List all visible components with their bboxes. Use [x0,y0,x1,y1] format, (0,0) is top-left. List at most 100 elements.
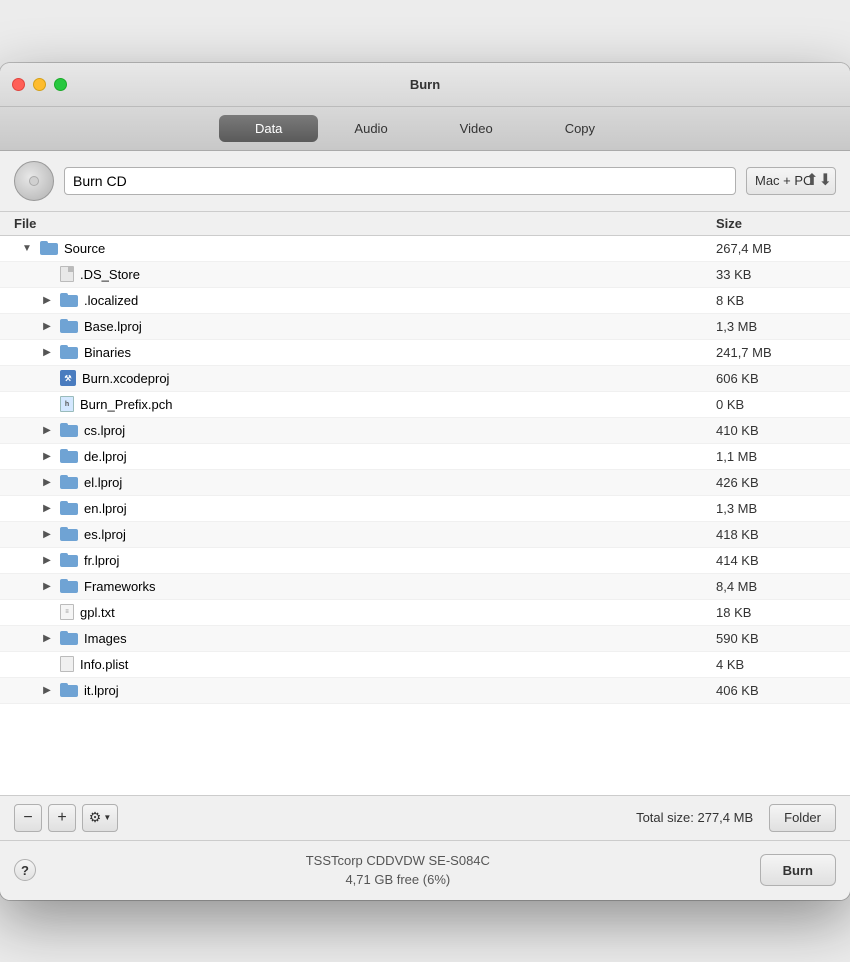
tab-copy[interactable]: Copy [529,115,631,142]
file-name: Base.lproj [84,319,142,334]
file-list-header: File Size [0,212,850,236]
total-size-label: Total size: 277,4 MB [124,810,763,825]
file-name: Frameworks [84,579,156,594]
folder-icon [60,553,78,567]
tab-data[interactable]: Data [219,115,318,142]
table-row[interactable]: Source267,4 MB [0,236,850,262]
file-name: Burn.xcodeproj [82,371,169,386]
table-row[interactable]: .localized 8 KB [0,288,850,314]
disclosure-triangle[interactable] [40,579,54,593]
file-size: 0 KB [716,397,836,412]
table-row[interactable]: cs.lproj410 KB [0,418,850,444]
file-name: de.lproj [84,449,127,464]
file-name: it.lproj [84,683,119,698]
file-name: Binaries [84,345,131,360]
tab-video[interactable]: Video [424,115,529,142]
window-title: Burn [410,77,440,92]
file-name: en.lproj [84,501,127,516]
main-window: Burn Data Audio Video Copy Mac + PC Mac … [0,63,850,900]
table-row[interactable]: it.lproj406 KB [0,678,850,704]
disclosure-triangle[interactable] [40,683,54,697]
table-row[interactable]: el.lproj 426 KB [0,470,850,496]
minimize-button[interactable] [33,78,46,91]
table-row[interactable]: ≡gpl.txt18 KB [0,600,850,626]
format-select[interactable]: Mac + PC Mac Only PC Only [746,167,836,195]
help-button[interactable]: ? [14,859,36,881]
folder-button[interactable]: Folder [769,804,836,832]
disclosure-triangle[interactable] [40,345,54,359]
file-size: 590 KB [716,631,836,646]
toolbar: Mac + PC Mac Only PC Only ⬆⬇ [0,151,850,212]
close-button[interactable] [12,78,25,91]
table-row[interactable]: hBurn_Prefix.pch0 KB [0,392,850,418]
disc-inner [29,176,39,186]
file-name: el.lproj [84,475,122,490]
add-button[interactable]: + [48,804,76,832]
xcode-icon: ⚒ [60,370,76,386]
folder-icon [60,631,78,645]
file-size: 18 KB [716,605,836,620]
table-row[interactable]: en.lproj 1,3 MB [0,496,850,522]
file-size: 4 KB [716,657,836,672]
table-row[interactable]: Info.plist4 KB [0,652,850,678]
table-row[interactable]: Base.lproj 1,3 MB [0,314,850,340]
disclosure-triangle[interactable] [40,449,54,463]
folder-icon [60,683,78,697]
file-name: fr.lproj [84,553,119,568]
table-row[interactable]: de.lproj 1,1 MB [0,444,850,470]
folder-icon [60,423,78,437]
table-row[interactable]: .DS_Store33 KB [0,262,850,288]
disclosure-triangle[interactable] [40,293,54,307]
gear-button[interactable]: ⚙ ▼ [82,804,118,832]
file-size: 8 KB [716,293,836,308]
tab-bar: Data Audio Video Copy [0,107,850,151]
project-name-input[interactable] [64,167,736,195]
disclosure-triangle[interactable] [40,553,54,567]
disclosure-triangle[interactable] [20,241,34,255]
table-row[interactable]: Images590 KB [0,626,850,652]
disclosure-triangle[interactable] [40,631,54,645]
disclosure-triangle[interactable] [40,501,54,515]
table-row[interactable]: fr.lproj 414 KB [0,548,850,574]
folder-icon [60,293,78,307]
drive-free: 4,71 GB free (6%) [36,870,760,890]
format-select-wrapper: Mac + PC Mac Only PC Only ⬆⬇ [746,167,836,195]
bottom-toolbar: − + ⚙ ▼ Total size: 277,4 MB Folder [0,796,850,841]
folder-icon [60,449,78,463]
traffic-lights [12,78,67,91]
tab-audio[interactable]: Audio [318,115,423,142]
file-size: 1,3 MB [716,501,836,516]
folder-icon [60,527,78,541]
disclosure-triangle[interactable] [40,423,54,437]
table-row[interactable]: ⚒Burn.xcodeproj606 KB [0,366,850,392]
disclosure-triangle[interactable] [40,319,54,333]
folder-icon [40,241,58,255]
file-size: 426 KB [716,475,836,490]
drive-info: TSSTcorp CDDVDW SE-S084C 4,71 GB free (6… [36,851,760,890]
file-size: 414 KB [716,553,836,568]
file-size: 267,4 MB [716,241,836,256]
table-row[interactable]: Binaries 241,7 MB [0,340,850,366]
plist-file-icon [60,656,74,672]
file-size: 241,7 MB [716,345,836,360]
folder-icon [60,501,78,515]
file-name: gpl.txt [80,605,115,620]
remove-button[interactable]: − [14,804,42,832]
file-size: 418 KB [716,527,836,542]
gear-chevron-icon: ▼ [103,813,111,822]
folder-icon [60,579,78,593]
disclosure-triangle[interactable] [40,527,54,541]
file-size: 8,4 MB [716,579,836,594]
file-name: .localized [84,293,138,308]
burn-button[interactable]: Burn [760,854,836,886]
col-file-header: File [14,216,716,231]
table-row[interactable]: es.lproj418 KB [0,522,850,548]
disclosure-triangle[interactable] [40,475,54,489]
drive-name: TSSTcorp CDDVDW SE-S084C [36,851,760,871]
file-name: cs.lproj [84,423,125,438]
file-size: 1,3 MB [716,319,836,334]
file-size: 1,1 MB [716,449,836,464]
h-file-icon: h [60,396,74,412]
maximize-button[interactable] [54,78,67,91]
table-row[interactable]: Frameworks 8,4 MB [0,574,850,600]
